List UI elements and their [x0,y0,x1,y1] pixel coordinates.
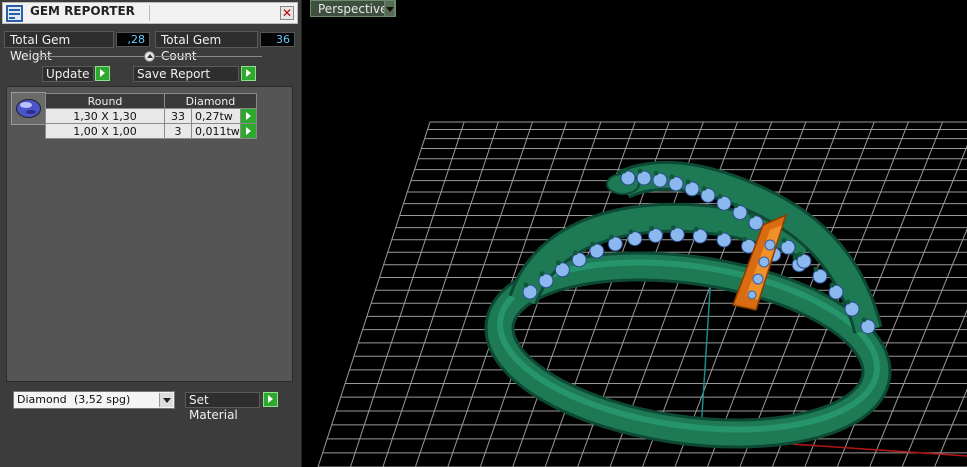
material-name: Diamond [17,393,67,406]
view-dropdown-arrow-icon[interactable] [384,0,395,17]
prong [717,193,723,199]
gem-weight-cell: 0,27tw [191,108,241,124]
set-material-button[interactable]: Set Material [185,392,260,422]
panel-title: GEM REPORTER [30,4,135,18]
prong [649,226,654,231]
prong [797,251,803,257]
column-header-material: Diamond [164,93,257,109]
prong [829,282,835,288]
gem-table: Round Diamond 1,30 X 1,30 33 0,27tw 1,00… [45,93,257,139]
prong [637,168,643,174]
gem-weight-cell: 0,011tw [191,123,241,139]
row-play-arrow-icon[interactable] [239,108,257,124]
prong [701,185,707,191]
total-gem-weight-value: ,28 [116,32,150,47]
prong [572,250,578,256]
prong [781,237,787,243]
prong [555,260,561,266]
table-row[interactable]: 1,30 X 1,30 33 0,27tw [45,108,257,124]
total-gem-weight-label: Total Gem Weight [4,31,114,63]
save-report-button[interactable]: Save Report [133,66,239,82]
prong [693,226,699,232]
prong [590,241,596,247]
prong [621,168,627,174]
row-play-arrow-icon[interactable] [239,123,257,139]
update-button[interactable]: Update [42,66,94,82]
prong [670,225,676,231]
title-separator [149,5,150,21]
prong [628,229,634,235]
gem-count-cell: 33 [164,108,192,124]
save-report-play-arrow-icon[interactable] [241,66,256,81]
scene-canvas[interactable] [308,0,967,467]
grid-line [349,121,465,467]
collapse-icon[interactable] [144,51,155,62]
prong [813,266,819,272]
prong [733,203,739,208]
table-row[interactable]: 1,00 X 1,00 3 0,011tw [45,123,257,139]
gem-size-cell: 1,00 X 1,00 [45,123,165,139]
prong [539,271,545,277]
material-select[interactable]: Diamond (3,52 spg) [13,391,175,409]
close-button[interactable]: ✕ [280,6,294,20]
grid-line [317,121,431,467]
total-gem-count-label: Total Gem Count [155,31,258,63]
table-header-row: Round Diamond [45,93,257,109]
material-spg: (3,52 spg) [74,393,131,406]
prong [523,282,529,288]
set-material-play-arrow-icon[interactable] [263,392,278,407]
prong [685,179,691,185]
total-gem-count-value: 36 [260,32,295,47]
gem-list-area: Round Diamond 1,30 X 1,30 33 0,27tw 1,00… [6,86,293,382]
update-play-arrow-icon[interactable] [95,66,110,81]
view-mode-label[interactable]: Perspective [310,0,396,17]
gem-round-icon[interactable] [11,92,46,125]
grid-line [382,121,499,467]
grid-line [934,388,967,467]
gem-size-cell: 1,30 X 1,30 [45,108,165,124]
perspective-viewport[interactable]: Perspective [308,0,967,467]
app-icon [6,5,23,22]
prong [717,230,723,236]
prong [861,317,867,323]
column-header-shape: Round [45,93,165,109]
gem-reporter-panel: GEM REPORTER ✕ Total Gem Weight ,28 Tota… [0,0,302,467]
prong [653,170,659,176]
prong [608,234,614,240]
prong [845,299,851,305]
gem-count-cell: 3 [164,123,192,139]
title-bar: GEM REPORTER ✕ [2,2,298,24]
grid-line [869,227,967,467]
prong [742,236,747,242]
grid-line [901,309,967,467]
close-icon: ✕ [281,6,293,20]
dropdown-arrow-icon[interactable] [159,393,173,407]
prong [669,174,675,180]
ring-model [484,160,892,449]
prong [749,213,755,219]
